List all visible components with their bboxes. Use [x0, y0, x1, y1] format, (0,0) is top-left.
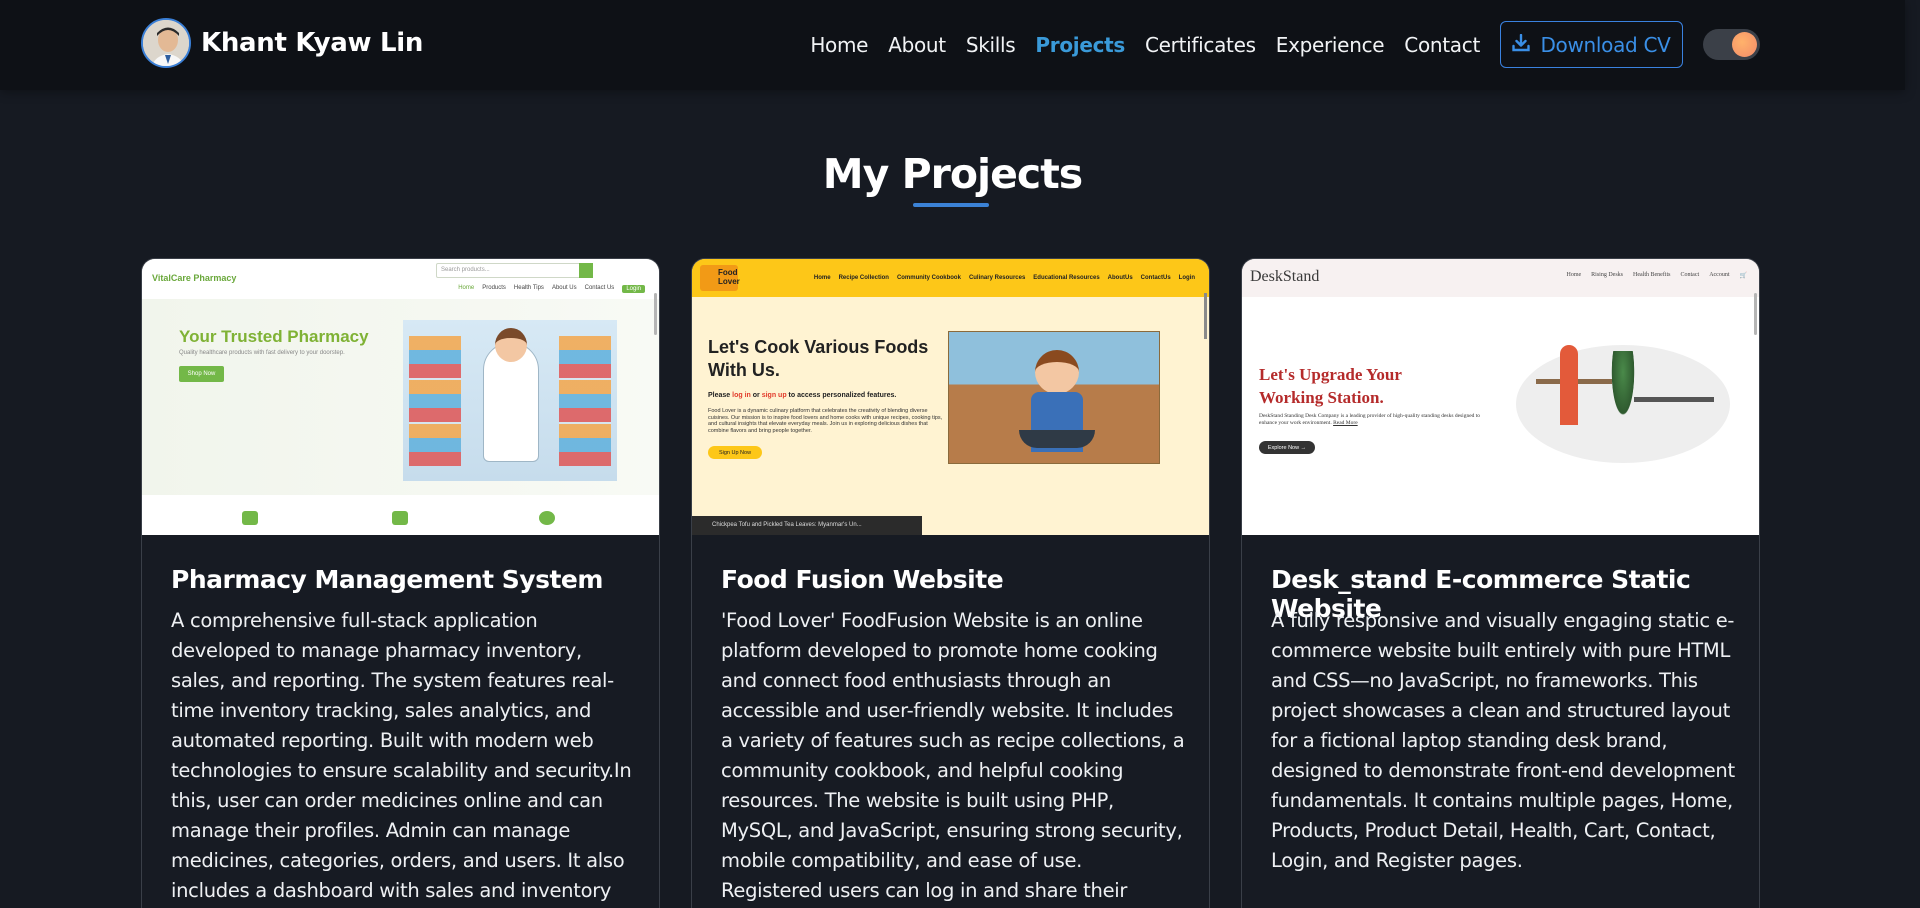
project-description: 'Food Lover' FoodFusion Website is an on… [721, 609, 1185, 902]
preview-menu-item: Account [1709, 272, 1730, 278]
preview-menu-item: Home [813, 275, 831, 281]
preview-scrollbar [1754, 293, 1757, 335]
preview-menu-item: Home [458, 285, 475, 291]
theme-toggle-knob [1732, 32, 1757, 57]
preview-feature-icons [142, 495, 659, 535]
standing-desk-illustration [1516, 345, 1730, 463]
theme-toggle[interactable] [1703, 29, 1760, 60]
nav-projects[interactable]: Projects [1035, 33, 1125, 57]
avatar [141, 18, 191, 68]
headset-icon [539, 511, 555, 525]
preview-body: DeskStand Standing Desk Company is a lea… [1259, 413, 1481, 426]
preview-headline: Let's Upgrade Your Working Station. [1259, 365, 1402, 407]
preview-login-line: Please log in or sign up to access perso… [708, 392, 897, 399]
brand[interactable]: Khant Kyaw Lin [141, 18, 423, 68]
preview-header: Food Lover Home Recipe Collection Commun… [692, 259, 1209, 297]
nav-certificates[interactable]: Certificates [1145, 33, 1256, 57]
pill-icon [392, 511, 408, 525]
chef-illustration [948, 331, 1160, 464]
brand-name: Khant Kyaw Lin [201, 28, 424, 58]
title-underline [913, 203, 989, 207]
preview-menu: Home Rising Desks Health Benefits Contac… [1567, 272, 1748, 279]
preview-subline: Quality healthcare products with fast de… [179, 350, 345, 356]
preview-header: VitalCare Pharmacy Search products... Ho… [142, 259, 659, 299]
nav-skills[interactable]: Skills [966, 33, 1016, 57]
preview-search: Search products... [436, 263, 586, 278]
project-screenshot: DeskStand Home Rising Desks Health Benef… [1242, 259, 1759, 535]
project-title: Food Fusion Website [721, 565, 1004, 594]
preview-menu-item: Products [482, 285, 506, 291]
navbar: Khant Kyaw Lin Home About Skills Project… [0, 0, 1905, 90]
nav-experience[interactable]: Experience [1276, 33, 1385, 57]
preview-header: DeskStand Home Rising Desks Health Benef… [1242, 259, 1759, 297]
section-title: My Projects [822, 150, 1083, 198]
project-card-deskstand[interactable]: DeskStand Home Rising Desks Health Benef… [1241, 258, 1760, 908]
preview-menu-item: AboutUs [1107, 275, 1133, 281]
project-title: Pharmacy Management System [171, 565, 603, 594]
preview-menu: Home Products Health Tips About Us Conta… [458, 285, 645, 293]
preview-menu-item: Culinary Resources [968, 275, 1026, 281]
cart-icon: 🛒 [1739, 273, 1747, 279]
download-cv-button[interactable]: Download CV [1500, 21, 1683, 68]
project-screenshot: Food Lover Home Recipe Collection Commun… [692, 259, 1209, 535]
preview-search-icon [579, 263, 593, 278]
preview-body: Food Lover is a dynamic culinary platfor… [708, 408, 943, 434]
project-card-pharmacy[interactable]: VitalCare Pharmacy Search products... Ho… [141, 258, 660, 908]
download-icon [1512, 33, 1531, 57]
pharmacist-illustration [403, 320, 617, 481]
project-card-food-fusion[interactable]: Food Lover Home Recipe Collection Commun… [691, 258, 1210, 908]
preview-menu-item: Login [1178, 275, 1195, 281]
preview-cta: Sign Up Now [708, 446, 762, 459]
nav-about[interactable]: About [888, 33, 946, 57]
preview-menu-item: Contact Us [584, 285, 615, 291]
preview-cta: Explore Now → [1259, 441, 1315, 454]
preview-video-bar: Chickpea Tofu and Pickled Tea Leaves: My… [692, 516, 922, 535]
preview-headline: Let's Cook Various Foods With Us. [708, 337, 929, 380]
preview-logo: DeskStand [1250, 268, 1320, 285]
preview-menu-item: Health Tips [513, 285, 544, 291]
preview-menu-item: Health Benefits [1633, 272, 1671, 278]
preview-headline: Your Trusted Pharmacy [179, 327, 369, 346]
preview-menu-item: Community Cookbook [896, 275, 961, 281]
preview-menu-item: Educational Resources [1033, 275, 1100, 281]
project-screenshot: VitalCare Pharmacy Search products... Ho… [142, 259, 659, 535]
nav-home[interactable]: Home [810, 33, 868, 57]
preview-scrollbar [654, 293, 657, 335]
download-cv-label: Download CV [1540, 32, 1671, 57]
project-description: A comprehensive full-stack application d… [171, 609, 632, 902]
preview-menu-item: Rising Desks [1591, 272, 1624, 278]
preview-menu-item: Contact [1680, 272, 1700, 278]
preview-logo: Food Lover [700, 265, 740, 291]
preview-menu-item: Login [622, 285, 645, 293]
truck-icon [242, 511, 258, 525]
project-description: A fully responsive and visually engaging… [1271, 609, 1735, 872]
preview-cta: Shop Now [179, 366, 224, 382]
preview-menu: Home Recipe Collection Community Cookboo… [814, 275, 1195, 281]
preview-logo: VitalCare Pharmacy [152, 273, 237, 283]
main-nav: Home About Skills Projects Certificates … [810, 0, 1480, 90]
preview-menu-item: ContactUs [1140, 275, 1171, 281]
preview-scrollbar [1204, 293, 1207, 339]
preview-menu-item: About Us [551, 285, 577, 291]
preview-menu-item: Home [1566, 272, 1582, 278]
preview-menu-item: Recipe Collection [838, 275, 889, 281]
nav-contact[interactable]: Contact [1404, 33, 1480, 57]
